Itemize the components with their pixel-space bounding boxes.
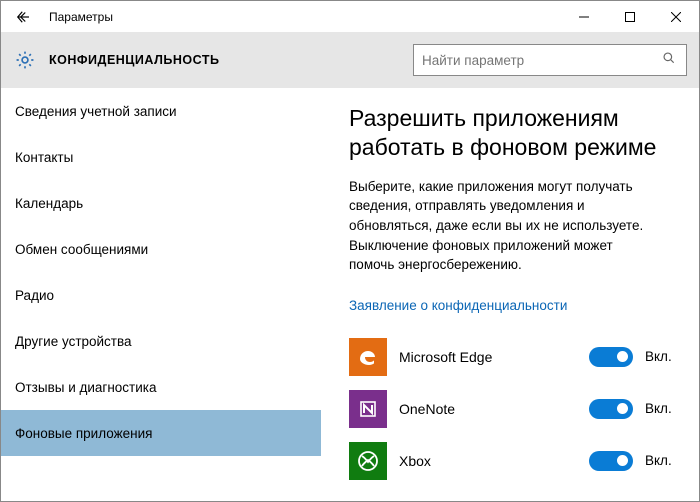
page-description: Выберите, какие приложения могут получат… [349, 177, 659, 275]
gear-icon [13, 48, 37, 72]
close-button[interactable] [653, 1, 699, 32]
privacy-statement-link[interactable]: Заявление о конфиденциальности [349, 298, 567, 313]
app-name-label: Microsoft Edge [399, 349, 577, 365]
search-box[interactable] [413, 44, 687, 76]
sidebar-item-label: Сведения учетной записи [15, 104, 177, 119]
titlebar: Параметры [1, 1, 699, 32]
edge-icon [349, 338, 387, 376]
app-row-edge: Microsoft Edge Вкл. [349, 331, 679, 383]
toggle-state-label: Вкл. [645, 401, 679, 416]
sidebar-item-label: Радио [15, 288, 54, 303]
toggle-state-label: Вкл. [645, 453, 679, 468]
toggle-edge[interactable] [589, 347, 633, 367]
minimize-icon [579, 12, 589, 22]
search-icon [662, 51, 678, 70]
app-row-xbox: Xbox Вкл. [349, 435, 679, 487]
sidebar-item-label: Календарь [15, 196, 83, 211]
sidebar-item-calendar[interactable]: Календарь [1, 180, 321, 226]
back-button[interactable] [1, 1, 45, 32]
page-header: КОНФИДЕНЦИАЛЬНОСТЬ [1, 32, 699, 88]
sidebar-item-label: Фоновые приложения [15, 426, 152, 441]
maximize-button[interactable] [607, 1, 653, 32]
sidebar-item-label: Контакты [15, 150, 73, 165]
category-title: КОНФИДЕНЦИАЛЬНОСТЬ [49, 53, 219, 67]
page-heading: Разрешить приложениям работать в фоновом… [349, 104, 679, 163]
settings-window: Параметры КОНФИДЕНЦИАЛЬНОСТЬ [0, 0, 700, 502]
sidebar-item-account-info[interactable]: Сведения учетной записи [1, 88, 321, 134]
sidebar-item-label: Другие устройства [15, 334, 132, 349]
app-row-onenote: OneNote Вкл. [349, 383, 679, 435]
app-name-label: Xbox [399, 453, 577, 469]
window-title: Параметры [45, 10, 113, 24]
sidebar-item-contacts[interactable]: Контакты [1, 134, 321, 180]
sidebar-item-radio[interactable]: Радио [1, 272, 321, 318]
toggle-state-label: Вкл. [645, 349, 679, 364]
sidebar-item-label: Обмен сообщениями [15, 242, 148, 257]
sidebar-item-other-devices[interactable]: Другие устройства [1, 318, 321, 364]
close-icon [671, 12, 681, 22]
minimize-button[interactable] [561, 1, 607, 32]
sidebar-item-feedback[interactable]: Отзывы и диагностика [1, 364, 321, 410]
sidebar-item-label: Отзывы и диагностика [15, 380, 157, 395]
maximize-icon [625, 12, 635, 22]
sidebar-item-background-apps[interactable]: Фоновые приложения [1, 410, 321, 456]
content-pane: Разрешить приложениям работать в фоновом… [321, 88, 699, 501]
search-input[interactable] [422, 53, 662, 68]
toggle-xbox[interactable] [589, 451, 633, 471]
sidebar-item-messaging[interactable]: Обмен сообщениями [1, 226, 321, 272]
onenote-icon [349, 390, 387, 428]
xbox-icon [349, 442, 387, 480]
sidebar: Сведения учетной записи Контакты Календа… [1, 88, 321, 501]
toggle-onenote[interactable] [589, 399, 633, 419]
app-name-label: OneNote [399, 401, 577, 417]
